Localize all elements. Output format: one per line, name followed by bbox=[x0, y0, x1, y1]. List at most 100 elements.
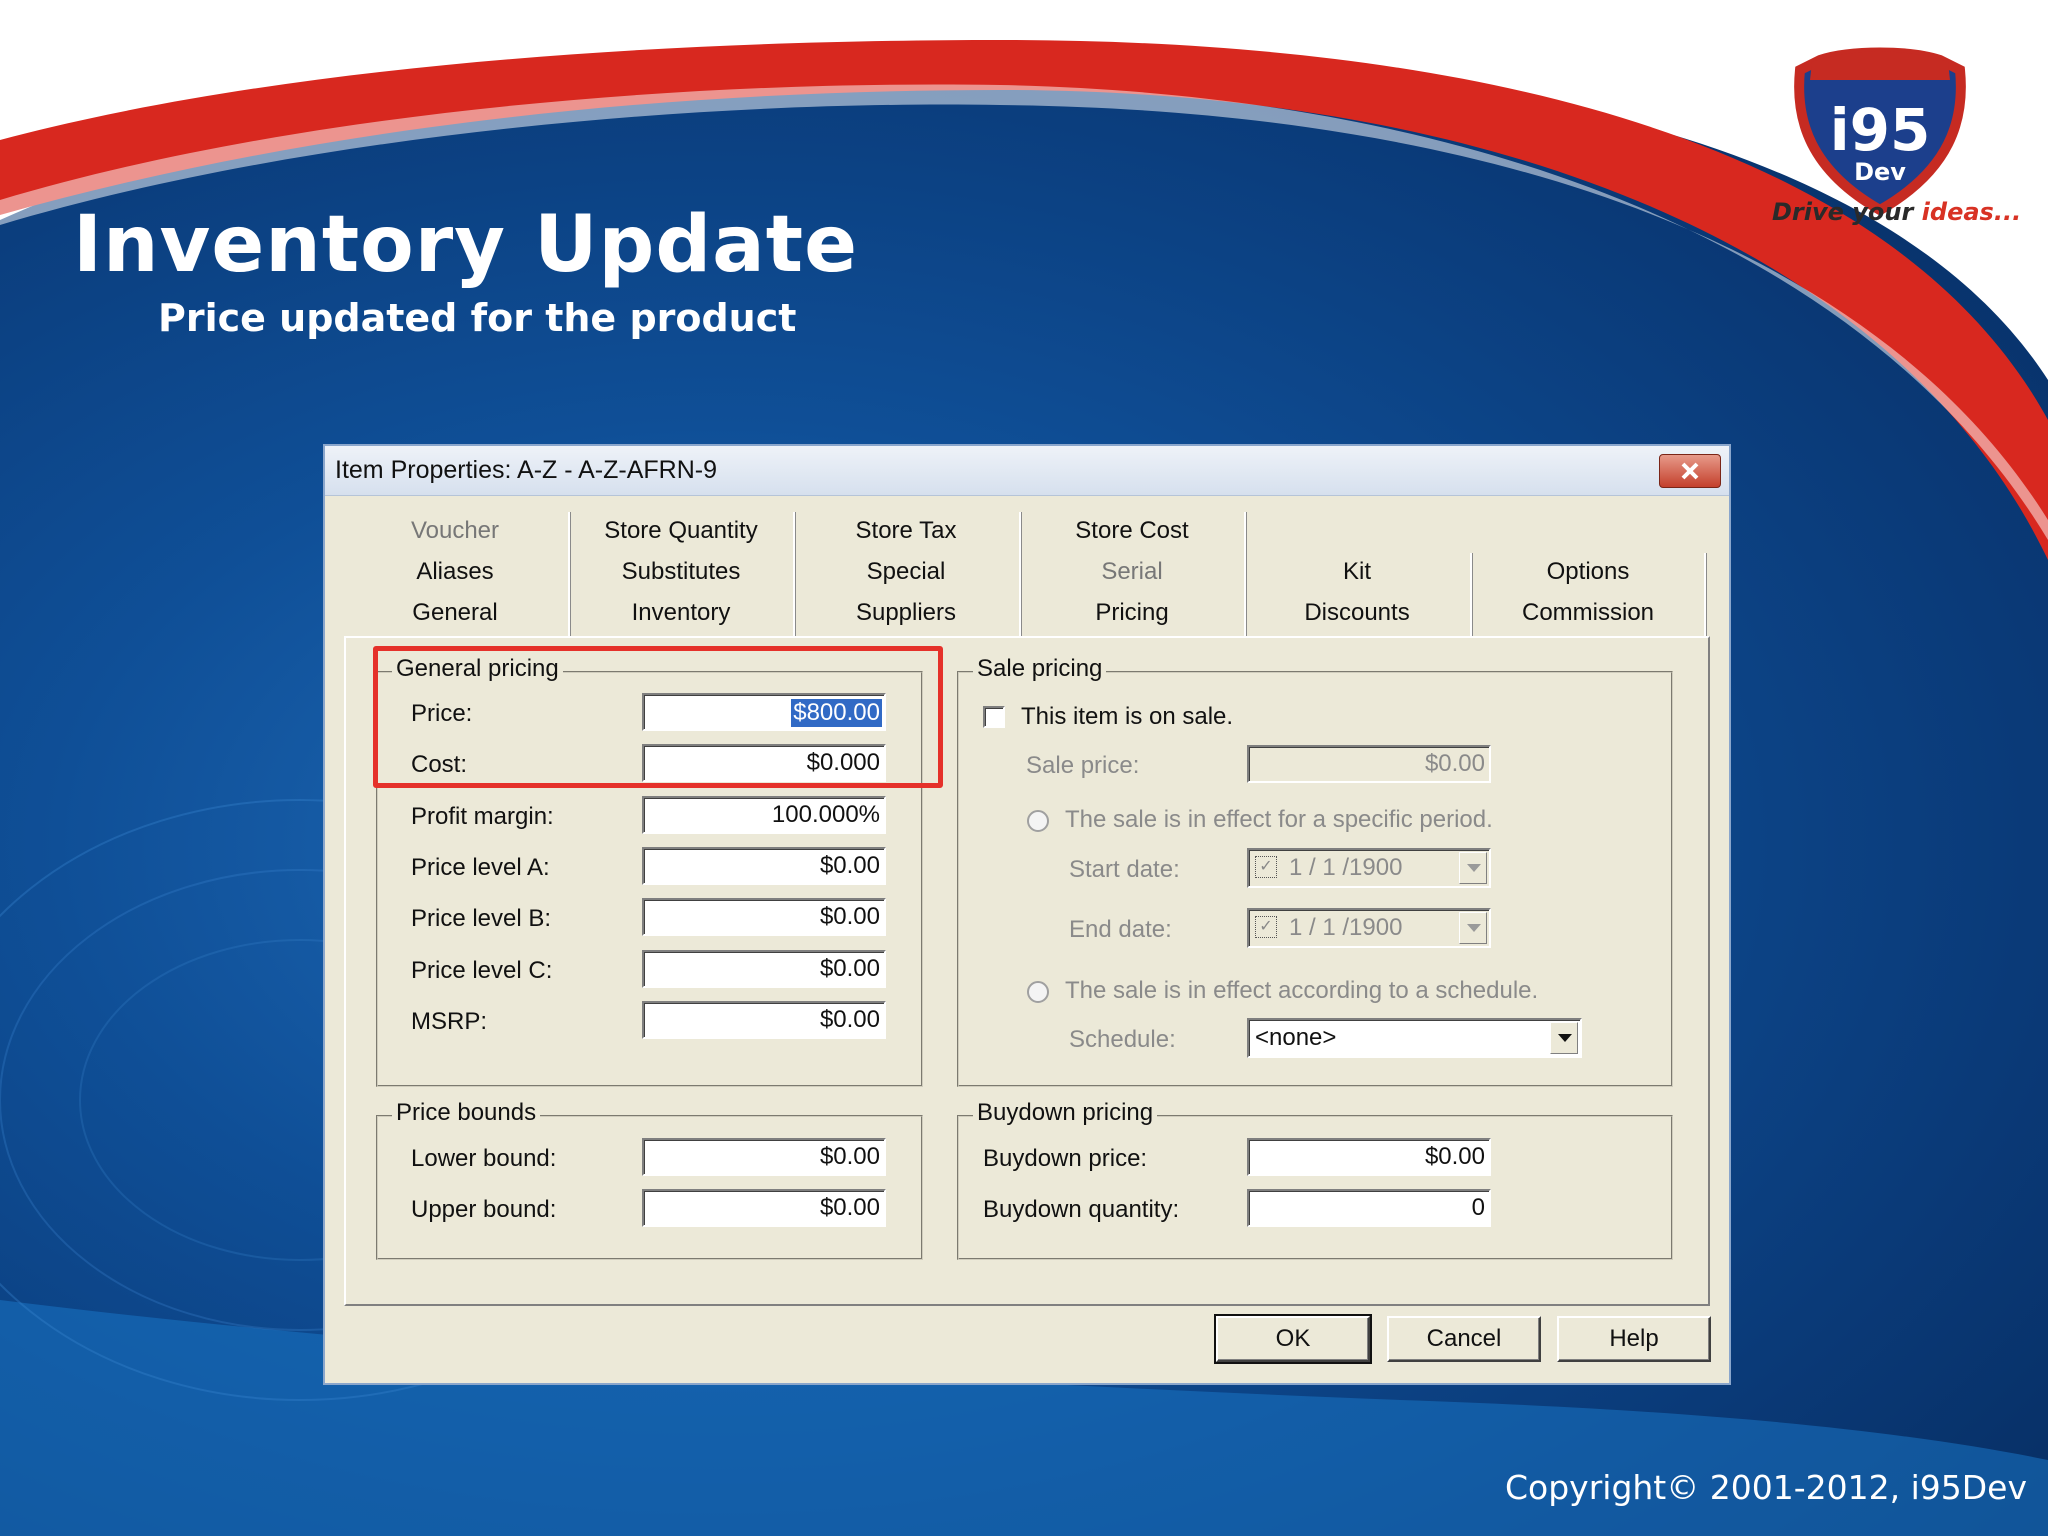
msrp-input[interactable] bbox=[644, 1003, 884, 1037]
buydown-quantity-input[interactable] bbox=[1249, 1191, 1489, 1225]
dialog-title: Item Properties: A-Z - A-Z-AFRN-9 bbox=[335, 456, 718, 484]
tab-store-cost[interactable]: Store Cost bbox=[1021, 512, 1243, 550]
sale-price-input[interactable] bbox=[1249, 747, 1489, 781]
tab-options[interactable]: Options bbox=[1472, 553, 1704, 591]
upper-bound-field[interactable] bbox=[642, 1189, 886, 1227]
start-date-picker[interactable]: ✓ 1 / 1 /1900 bbox=[1247, 848, 1491, 888]
schedule-radio-label: The sale is in effect according to a sch… bbox=[1065, 977, 1539, 1004]
cancel-button[interactable]: Cancel bbox=[1387, 1316, 1541, 1362]
tab-store-tax[interactable]: Store Tax bbox=[795, 512, 1017, 550]
close-button[interactable] bbox=[1659, 454, 1721, 488]
tab-special[interactable]: Special bbox=[795, 553, 1017, 591]
buydown-pricing-legend: Buydown pricing bbox=[973, 1099, 1158, 1127]
upper-bound-label: Upper bound: bbox=[411, 1196, 557, 1223]
buydown-quantity-field[interactable] bbox=[1247, 1189, 1491, 1227]
chevron-down-icon bbox=[1467, 924, 1481, 932]
end-date-check-icon[interactable]: ✓ bbox=[1255, 916, 1277, 938]
profit-margin-field[interactable] bbox=[642, 796, 886, 834]
tab-substitutes[interactable]: Substitutes bbox=[570, 553, 792, 591]
sale-pricing-legend: Sale pricing bbox=[973, 655, 1107, 683]
cost-label: Cost: bbox=[411, 751, 468, 778]
end-date-label: End date: bbox=[1069, 916, 1172, 943]
close-icon bbox=[1681, 462, 1699, 480]
price-level-a-label: Price level A: bbox=[411, 854, 550, 881]
schedule-select[interactable]: <none> bbox=[1247, 1018, 1582, 1058]
start-date-dropdown-button[interactable] bbox=[1459, 852, 1487, 884]
price-label: Price: bbox=[411, 700, 473, 727]
tab-store-quantity[interactable]: Store Quantity bbox=[570, 512, 792, 550]
chevron-down-icon bbox=[1558, 1034, 1572, 1042]
tagline-start: Drive your bbox=[1772, 198, 1922, 226]
price-level-c-input[interactable] bbox=[644, 952, 884, 986]
msrp-field[interactable] bbox=[642, 1001, 886, 1039]
lower-bound-label: Lower bound: bbox=[411, 1145, 557, 1172]
general-pricing-legend: General pricing bbox=[392, 655, 563, 683]
tab-aliases[interactable]: Aliases bbox=[344, 553, 566, 591]
price-field[interactable]: $800.00 bbox=[642, 693, 886, 731]
buydown-price-input[interactable] bbox=[1249, 1140, 1489, 1174]
tab-separator bbox=[1244, 512, 1246, 636]
buydown-price-field[interactable] bbox=[1247, 1138, 1491, 1176]
tab-general[interactable]: General bbox=[344, 594, 566, 632]
logo-tagline: Drive your ideas... bbox=[1772, 198, 2021, 226]
tab-separator bbox=[1704, 553, 1706, 636]
price-level-a-field[interactable] bbox=[642, 847, 886, 885]
end-date-value: 1 / 1 /1900 bbox=[1289, 914, 1403, 941]
buydown-price-label: Buydown price: bbox=[983, 1145, 1148, 1172]
specific-period-label: The sale is in effect for a specific per… bbox=[1065, 806, 1493, 833]
tab-voucher[interactable]: Voucher bbox=[344, 512, 566, 550]
start-date-check-icon[interactable]: ✓ bbox=[1255, 856, 1277, 878]
price-value-selected: $800.00 bbox=[791, 699, 882, 727]
profit-margin-label: Profit margin: bbox=[411, 803, 554, 830]
price-bounds-legend: Price bounds bbox=[392, 1099, 541, 1127]
tab-serial[interactable]: Serial bbox=[1021, 553, 1243, 591]
end-date-picker[interactable]: ✓ 1 / 1 /1900 bbox=[1247, 908, 1491, 948]
item-properties-dialog: Item Properties: A-Z - A-Z-AFRN-9 Vouche… bbox=[323, 444, 1731, 1385]
tab-separator bbox=[568, 512, 570, 636]
ok-button[interactable]: OK bbox=[1214, 1314, 1372, 1364]
slide-title: Inventory Update bbox=[73, 200, 858, 290]
sale-price-field[interactable] bbox=[1247, 745, 1491, 783]
schedule-radio[interactable] bbox=[1027, 981, 1049, 1003]
price-level-b-label: Price level B: bbox=[411, 905, 552, 932]
schedule-value: <none> bbox=[1255, 1024, 1337, 1051]
on-sale-checkbox[interactable] bbox=[983, 706, 1005, 728]
price-bounds-group: Price bounds bbox=[376, 1099, 923, 1260]
tab-suppliers[interactable]: Suppliers bbox=[795, 594, 1017, 632]
lower-bound-field[interactable] bbox=[642, 1138, 886, 1176]
price-level-a-input[interactable] bbox=[644, 849, 884, 883]
msrp-label: MSRP: bbox=[411, 1008, 488, 1035]
on-sale-label: This item is on sale. bbox=[1021, 703, 1234, 730]
buydown-pricing-group: Buydown pricing bbox=[957, 1099, 1673, 1260]
end-date-dropdown-button[interactable] bbox=[1459, 912, 1487, 944]
profit-margin-input[interactable] bbox=[644, 798, 884, 832]
tab-inventory[interactable]: Inventory bbox=[570, 594, 792, 632]
buydown-quantity-label: Buydown quantity: bbox=[983, 1196, 1180, 1223]
price-level-c-label: Price level C: bbox=[411, 957, 553, 984]
dialog-titlebar[interactable]: Item Properties: A-Z - A-Z-AFRN-9 bbox=[325, 446, 1729, 496]
logo-text: i95 bbox=[1830, 96, 1931, 164]
schedule-label: Schedule: bbox=[1069, 1026, 1176, 1053]
tab-discounts[interactable]: Discounts bbox=[1246, 594, 1468, 632]
schedule-dropdown-button[interactable] bbox=[1550, 1022, 1578, 1054]
cost-field[interactable] bbox=[642, 744, 886, 782]
copyright-text: Copyright© 2001-2012, i95Dev bbox=[1505, 1468, 2027, 1507]
tab-kit[interactable]: Kit bbox=[1246, 553, 1468, 591]
price-level-c-field[interactable] bbox=[642, 950, 886, 988]
tagline-end: ideas... bbox=[1921, 198, 2022, 226]
tab-separator bbox=[1019, 512, 1021, 636]
lower-bound-input[interactable] bbox=[644, 1140, 884, 1174]
help-button[interactable]: Help bbox=[1557, 1316, 1711, 1362]
tab-pricing[interactable]: Pricing bbox=[1021, 594, 1243, 632]
start-date-value: 1 / 1 /1900 bbox=[1289, 854, 1403, 881]
cost-input[interactable] bbox=[644, 746, 884, 780]
tab-commission[interactable]: Commission bbox=[1472, 594, 1704, 632]
sale-price-label: Sale price: bbox=[1026, 752, 1140, 779]
price-level-b-input[interactable] bbox=[644, 900, 884, 934]
specific-period-radio[interactable] bbox=[1027, 810, 1049, 832]
tab-separator bbox=[1470, 553, 1472, 636]
chevron-down-icon bbox=[1467, 864, 1481, 872]
upper-bound-input[interactable] bbox=[644, 1191, 884, 1225]
price-level-b-field[interactable] bbox=[642, 898, 886, 936]
slide-subtitle: Price updated for the product bbox=[158, 296, 797, 340]
